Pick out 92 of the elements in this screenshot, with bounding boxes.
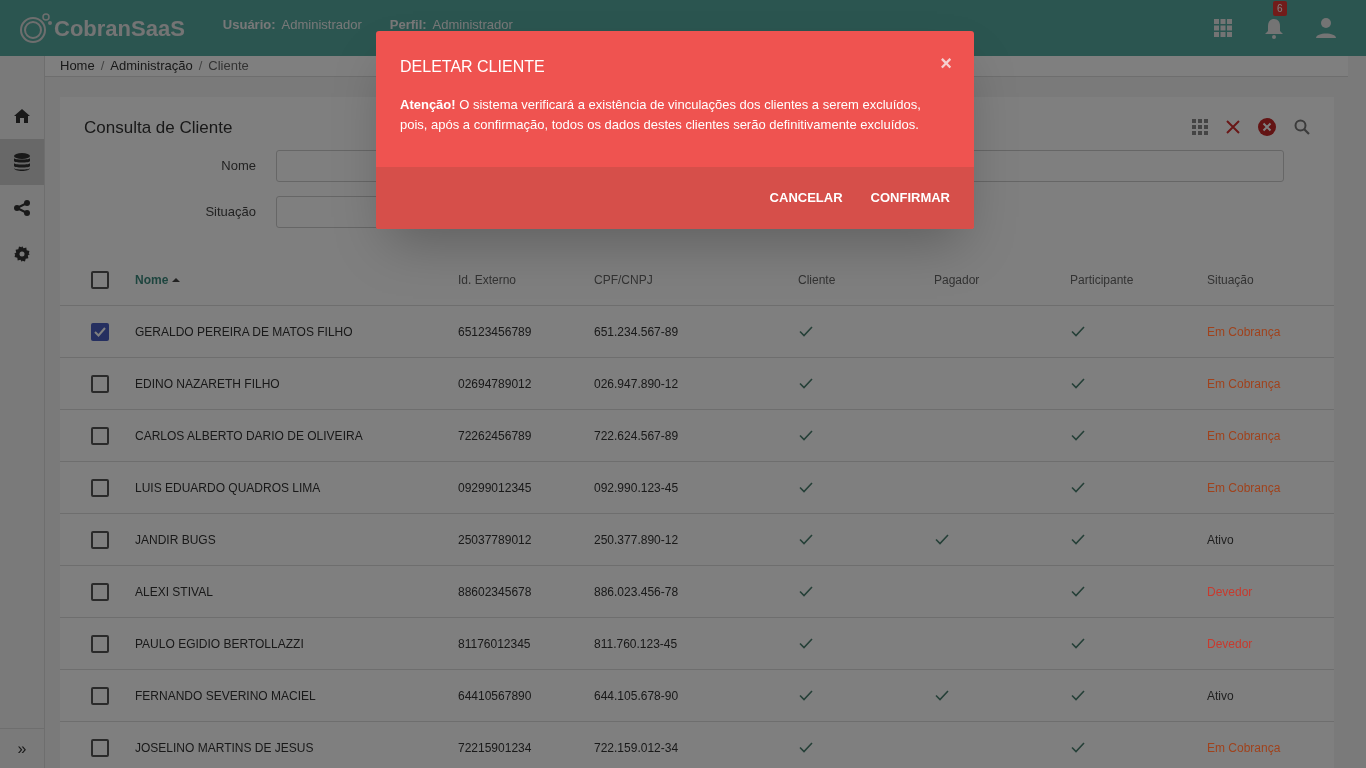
row-checkbox[interactable] <box>91 634 109 653</box>
table-cell: LUIS EDUARDO QUADROS LIMA <box>135 480 321 495</box>
brand-name: CobranSaaS <box>54 14 185 43</box>
table-row[interactable]: GERALDO PEREIRA DE MATOS FILHO 65123456789 651.234.567-89 Em Cobrança <box>60 306 1334 358</box>
table-cell: 09299012345 <box>458 480 532 495</box>
status-text: Em Cobrança <box>1207 480 1281 495</box>
column-header[interactable]: Nome <box>135 270 169 289</box>
status-text: Ativo <box>1207 532 1234 547</box>
status-text: Devedor <box>1207 584 1253 599</box>
profile-label: Perfil: <box>389 16 427 35</box>
row-checkbox[interactable] <box>91 686 109 705</box>
user-label: Usuário: <box>222 16 276 35</box>
coin-logo-icon <box>20 12 52 44</box>
table-cell: GERALDO PEREIRA DE MATOS FILHO <box>135 324 353 339</box>
share-icon[interactable] <box>14 200 30 216</box>
status-text: Devedor <box>1207 636 1253 651</box>
table-cell: 886.023.456-78 <box>594 584 679 599</box>
table-cell: 25037789012 <box>458 532 532 547</box>
delete-icon[interactable] <box>1258 118 1276 137</box>
table-cell: 644.105.678-90 <box>594 688 679 703</box>
breadcrumb-separator: / <box>100 57 105 75</box>
table-cell: CARLOS ALBERTO DARIO DE OLIVEIRA <box>135 428 363 443</box>
close-button[interactable]: × <box>940 53 952 73</box>
table-row[interactable]: PAULO EGIDIO BERTOLLAZZI 81176012345 811.760.123-45 Devedor <box>60 618 1334 670</box>
table-cell: 722.624.567-89 <box>594 428 679 443</box>
table-row[interactable]: LUIS EDUARDO QUADROS LIMA 09299012345 092.990.123-45 Em Cobrança <box>60 462 1334 514</box>
table-cell: EDINO NAZARETH FILHO <box>135 376 280 391</box>
search-icon[interactable] <box>1294 119 1310 136</box>
column-header[interactable]: Id. Externo <box>458 270 517 289</box>
table-row[interactable]: JANDIR BUGS 25037789012 250.377.890-12 Ativo <box>60 514 1334 566</box>
table-row[interactable]: EDINO NAZARETH FILHO 02694789012 026.947.890-12 Em Cobrança <box>60 358 1334 410</box>
card-title: Consulta de Cliente <box>84 116 233 139</box>
row-checkbox[interactable] <box>91 478 109 497</box>
status-text: Ativo <box>1207 688 1234 703</box>
table-cell: 026.947.890-12 <box>594 376 679 391</box>
table-row[interactable]: ALEXI STIVAL 88602345678 886.023.456-78 Devedor <box>60 566 1334 618</box>
row-checkbox[interactable] <box>91 530 109 549</box>
column-header[interactable]: Pagador <box>934 270 980 289</box>
breadcrumb-link[interactable]: Administração <box>110 56 193 76</box>
breadcrumb-link[interactable]: Cliente <box>208 56 249 76</box>
clear-icon[interactable] <box>1226 120 1240 135</box>
table-cell: 722.159.012-34 <box>594 740 679 755</box>
table-cell: ALEXI STIVAL <box>135 584 213 599</box>
notification-badge: 6 <box>1273 1 1287 16</box>
table-cell: 02694789012 <box>458 376 532 391</box>
row-checkbox[interactable] <box>91 738 109 757</box>
breadcrumb-link[interactable]: Home <box>60 56 95 76</box>
database-icon[interactable] <box>14 153 30 171</box>
table-cell: 88602345678 <box>458 584 532 599</box>
filter-label: Nome <box>220 157 257 176</box>
sidebar-item[interactable] <box>0 139 44 185</box>
column-header[interactable]: CPF/CNPJ <box>594 270 653 289</box>
row-checkbox[interactable] <box>91 374 109 393</box>
table-row[interactable]: FERNANDO SEVERINO MACIEL 64410567890 644.105.678-90 Ativo <box>60 670 1334 722</box>
dialog-button[interactable]: CONFIRMAR <box>860 180 960 216</box>
table-cell: PAULO EGIDIO BERTOLLAZZI <box>135 636 304 651</box>
table-cell: JANDIR BUGS <box>135 532 216 547</box>
grid-icon[interactable] <box>1192 119 1208 136</box>
select-all-checkbox[interactable] <box>91 270 109 289</box>
table-cell: 81176012345 <box>458 636 531 651</box>
row-checkbox[interactable] <box>91 322 109 341</box>
dialog-button[interactable]: CANCELAR <box>759 180 853 216</box>
table-cell: 651.234.567-89 <box>594 324 679 339</box>
column-header[interactable]: Participante <box>1070 270 1134 289</box>
settings-icon[interactable] <box>14 246 30 262</box>
table-cell: 250.377.890-12 <box>594 532 679 547</box>
table-cell: 72215901234 <box>458 740 532 755</box>
expand-sidebar-button[interactable]: » <box>17 736 27 761</box>
table-row[interactable]: CARLOS ALBERTO DARIO DE OLIVEIRA 72262456789 722.624.567-89 Em Cobrança <box>60 410 1334 462</box>
user-name: Administrador <box>281 16 362 35</box>
table-cell: JOSELINO MARTINS DE JESUS <box>135 740 314 755</box>
table-cell: 65123456789 <box>458 324 532 339</box>
profile-name: Administrador <box>432 16 513 35</box>
table-cell: 72262456789 <box>458 428 532 443</box>
status-text: Em Cobrança <box>1207 324 1281 339</box>
filter-label: Situação <box>204 203 257 222</box>
table-cell: 092.990.123-45 <box>594 480 679 495</box>
row-checkbox[interactable] <box>91 582 109 601</box>
column-header[interactable]: Situação <box>1207 270 1254 289</box>
status-text: Em Cobrança <box>1207 428 1281 443</box>
column-header[interactable]: Cliente <box>798 270 836 289</box>
status-text: Em Cobrança <box>1207 376 1281 391</box>
dialog-title: DELETAR CLIENTE <box>400 57 545 77</box>
table-cell: FERNANDO SEVERINO MACIEL <box>135 688 316 703</box>
home-icon[interactable] <box>14 109 30 123</box>
breadcrumb-separator: / <box>198 57 203 75</box>
dialog-message: Atenção! O sistema verificará a existência de vinculações dos clientes a serem excluídos, pois, após a confirmação, todos os dados destes clientes serão definitivamente excluídos. <box>399 96 922 134</box>
status-text: Em Cobrança <box>1207 740 1281 755</box>
row-checkbox[interactable] <box>91 426 109 445</box>
table-cell: 811.760.123-45 <box>594 636 678 651</box>
table-row[interactable]: JOSELINO MARTINS DE JESUS 72215901234 722.159.012-34 Em Cobrança <box>60 722 1334 768</box>
table-cell: 64410567890 <box>458 688 532 703</box>
